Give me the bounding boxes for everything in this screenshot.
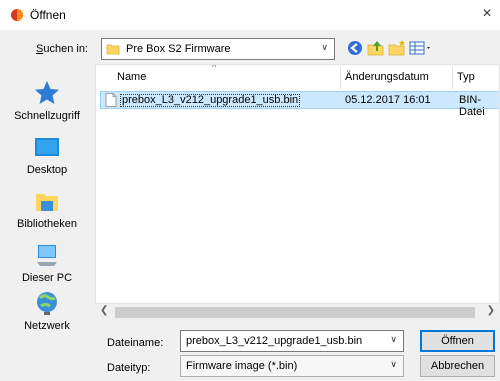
column-header-type[interactable]: Typ (457, 71, 475, 87)
place-label: Bibliotheken (17, 218, 77, 230)
file-date: 05.12.2017 16:01 (345, 94, 431, 106)
scroll-right-icon[interactable]: ❯ (487, 305, 495, 316)
scroll-thumb[interactable] (115, 307, 475, 318)
filename-field[interactable]: prebox_L3_v212_upgrade1_usb.bin ∨ (180, 330, 404, 352)
file-type: BIN-Datei (459, 94, 485, 118)
file-list[interactable]: Name ^ Änderungsdatum Typ prebox_L3_v212… (95, 64, 500, 320)
file-icon (105, 93, 117, 107)
place-network[interactable]: Netzwerk (4, 288, 90, 332)
column-separator[interactable] (452, 67, 453, 89)
up-folder-icon[interactable] (366, 38, 386, 58)
filetype-value: Firmware image (*.bin) (186, 360, 298, 372)
place-label: Netzwerk (24, 320, 70, 332)
star-icon (35, 81, 59, 104)
network-icon (37, 292, 57, 315)
sort-up-icon: ^ (212, 64, 217, 72)
window-title: Öffnen (30, 8, 66, 22)
cancel-button[interactable]: Abbrechen (420, 355, 495, 377)
place-label: Desktop (26, 164, 68, 176)
view-menu-icon[interactable] (408, 38, 434, 58)
folder-icon (106, 44, 120, 55)
column-header-date[interactable]: Änderungsdatum (345, 71, 429, 87)
filename-label: Dateiname: (107, 337, 164, 349)
column-header-name[interactable]: Name (117, 71, 146, 87)
place-label: Schnellzugriff (14, 110, 80, 122)
place-desktop[interactable]: Desktop (4, 132, 90, 176)
chevron-down-icon[interactable]: ∨ (390, 334, 397, 345)
desktop-icon (35, 138, 59, 156)
chevron-down-icon: ∨ (321, 42, 328, 52)
filetype-dropdown[interactable]: Firmware image (*.bin) ∨ (180, 355, 404, 377)
back-icon[interactable] (345, 38, 365, 58)
file-name: prebox_L3_v212_upgrade1_usb.bin (120, 94, 301, 107)
title-bar[interactable]: Öffnen × (0, 0, 500, 30)
close-button[interactable]: × (478, 4, 496, 24)
look-in-dropdown[interactable]: Pre Box S2 Firmware ∨ (101, 38, 335, 60)
open-file-dialog: Öffnen × Suchen in: Pre Box S2 Firmware … (0, 0, 500, 381)
filetype-label: Dateityp: (107, 362, 151, 374)
app-icon (11, 9, 23, 21)
horizontal-scrollbar[interactable]: ❮ ❯ (95, 303, 500, 320)
filename-value: prebox_L3_v212_upgrade1_usb.bin (186, 335, 363, 347)
place-libraries[interactable]: Bibliotheken (4, 186, 90, 230)
place-quick-access[interactable]: Schnellzugriff (4, 78, 90, 122)
open-button[interactable]: Öffnen (420, 330, 495, 352)
computer-icon (37, 245, 57, 266)
chevron-down-icon: ∨ (390, 359, 397, 369)
table-row[interactable]: prebox_L3_v212_upgrade1_usb.bin 05.12.20… (100, 91, 499, 118)
libraries-icon (36, 194, 58, 211)
places-bar: Schnellzugriff Desktop Bibliotheken Dies… (4, 64, 90, 354)
new-folder-icon[interactable] (387, 38, 407, 58)
look-in-value: Pre Box S2 Firmware (126, 43, 231, 55)
place-this-pc[interactable]: Dieser PC (4, 240, 90, 284)
look-in-label: Suchen in: (36, 43, 88, 55)
place-label: Dieser PC (21, 272, 73, 284)
column-separator[interactable] (340, 67, 341, 89)
scroll-left-icon[interactable]: ❮ (100, 305, 108, 316)
